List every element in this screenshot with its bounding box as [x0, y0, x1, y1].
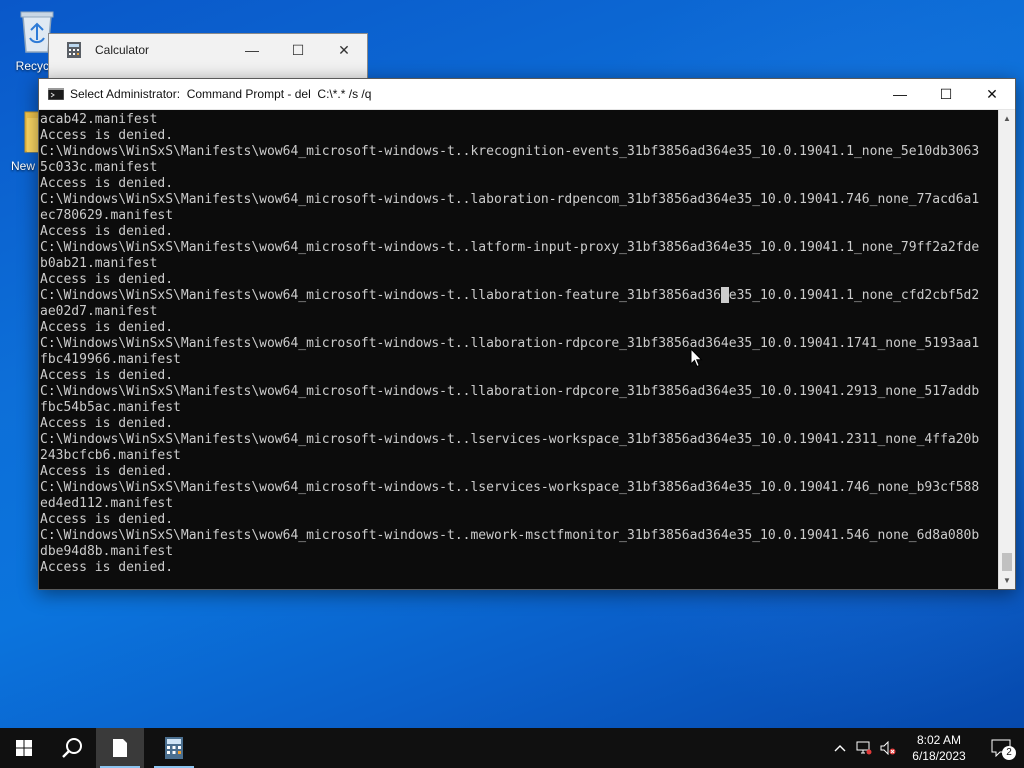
- maximize-button[interactable]: ☐: [923, 79, 969, 109]
- minimize-icon: —: [893, 86, 907, 102]
- taskbar-app-file[interactable]: [96, 728, 144, 768]
- taskbar: 8:02 AM 6/18/2023 2: [0, 728, 1024, 768]
- command-prompt-titlebar[interactable]: Select Administrator: Command Prompt - d…: [39, 79, 1015, 110]
- console-line: Access is denied.: [40, 416, 174, 431]
- console-line: Access is denied.: [40, 224, 174, 239]
- close-button[interactable]: ✕: [969, 79, 1015, 109]
- console-line: Access is denied.: [40, 272, 174, 287]
- clock-date: 6/18/2023: [912, 749, 966, 763]
- scroll-up-arrow-icon[interactable]: ▲: [999, 110, 1015, 127]
- console-line: C:\Windows\WinSxS\Manifests\wow64_micros…: [40, 144, 980, 159]
- console-line: Access is denied.: [40, 176, 174, 191]
- action-center-button[interactable]: 2: [978, 728, 1024, 768]
- scroll-thumb[interactable]: [1002, 553, 1012, 571]
- console-line: Access is denied.: [40, 368, 174, 383]
- taskbar-app-calculator[interactable]: [150, 728, 198, 768]
- console-line: Access is denied.: [40, 512, 174, 527]
- network-button[interactable]: [852, 728, 876, 768]
- console-line: ec780629.manifest: [40, 208, 174, 223]
- console-line: dbe94d8b.manifest: [40, 544, 174, 559]
- console-line: fbc419966.manifest: [40, 352, 181, 367]
- console-line: C:\Windows\WinSxS\Manifests\wow64_micros…: [40, 192, 980, 207]
- mouse-pointer-icon: [690, 348, 703, 368]
- window-title: Select Administrator: Command Prompt - d…: [70, 87, 372, 101]
- vertical-scrollbar[interactable]: ▲ ▼: [998, 110, 1015, 589]
- minimize-button[interactable]: —: [229, 34, 275, 66]
- text-cursor: [721, 287, 729, 303]
- console-line: Access is denied.: [40, 128, 174, 143]
- console-line: b0ab21.manifest: [40, 256, 158, 271]
- console-line: fbc54b5ac.manifest: [40, 400, 181, 415]
- calculator-icon: [165, 737, 183, 759]
- windows-start-icon: [16, 740, 32, 756]
- console-line: C:\Windows\WinSxS\Manifests\wow64_micros…: [40, 480, 980, 495]
- console-line: 5c033c.manifest: [40, 160, 158, 175]
- start-button[interactable]: [0, 728, 48, 768]
- folder-icon: [24, 111, 42, 153]
- console-line: C:\Windows\WinSxS\Manifests\wow64_micros…: [40, 240, 980, 255]
- volume-muted-icon: [880, 741, 896, 755]
- network-icon: [856, 741, 872, 755]
- console-line: ae02d7.manifest: [40, 304, 158, 319]
- calculator-titlebar[interactable]: Calculator — ☐ ✕: [49, 34, 367, 66]
- minimize-button[interactable]: —: [877, 79, 923, 109]
- console-line: Access is denied.: [40, 320, 174, 335]
- volume-button[interactable]: [876, 728, 900, 768]
- clock[interactable]: 8:02 AM 6/18/2023: [900, 732, 978, 764]
- clock-time: 8:02 AM: [916, 733, 962, 747]
- chevron-up-icon: [834, 745, 846, 752]
- calculator-app-icon: [67, 42, 81, 58]
- minimize-icon: —: [245, 42, 259, 58]
- maximize-icon: ☐: [291, 41, 305, 58]
- search-button[interactable]: [48, 728, 96, 768]
- show-hidden-icons-button[interactable]: [828, 728, 852, 768]
- window-title: Calculator: [95, 43, 150, 57]
- maximize-button[interactable]: ☐: [275, 34, 321, 66]
- notification-count-badge: 2: [1002, 746, 1016, 760]
- command-prompt-window[interactable]: Select Administrator: Command Prompt - d…: [38, 78, 1016, 590]
- console-line: C:\Windows\WinSxS\Manifests\wow64_micros…: [40, 384, 980, 399]
- close-icon: ✕: [986, 85, 998, 102]
- console-line: acab42.manifest: [40, 112, 158, 127]
- console-output[interactable]: acab42.manifest Access is denied. C:\Windo…: [39, 110, 998, 589]
- console-line: C:\Windows\WinSxS\Manifests\wow64_micros…: [40, 336, 980, 351]
- console-line: C:\Windows\WinSxS\Manifests\wow64_micros…: [40, 432, 980, 447]
- calculator-window[interactable]: Calculator — ☐ ✕: [48, 33, 368, 83]
- maximize-icon: ☐: [939, 85, 953, 102]
- console-line: C:\Windows\WinSxS\Manifests\wow64_micros…: [40, 528, 980, 543]
- console-line: C:\Windows\WinSxS\Manifests\wow64_micros…: [40, 288, 980, 303]
- console-line: ed4ed112.manifest: [40, 496, 174, 511]
- console-app-icon: [48, 88, 64, 100]
- console-line: Access is denied.: [40, 560, 174, 575]
- system-tray: 8:02 AM 6/18/2023 2: [828, 728, 1024, 768]
- scroll-down-arrow-icon[interactable]: ▼: [999, 572, 1015, 589]
- close-icon: ✕: [338, 41, 350, 58]
- console-line: Access is denied.: [40, 464, 174, 479]
- file-icon: [113, 739, 127, 757]
- search-icon: [62, 738, 82, 758]
- console-line: 243bcfcb6.manifest: [40, 448, 181, 463]
- close-button[interactable]: ✕: [321, 34, 367, 66]
